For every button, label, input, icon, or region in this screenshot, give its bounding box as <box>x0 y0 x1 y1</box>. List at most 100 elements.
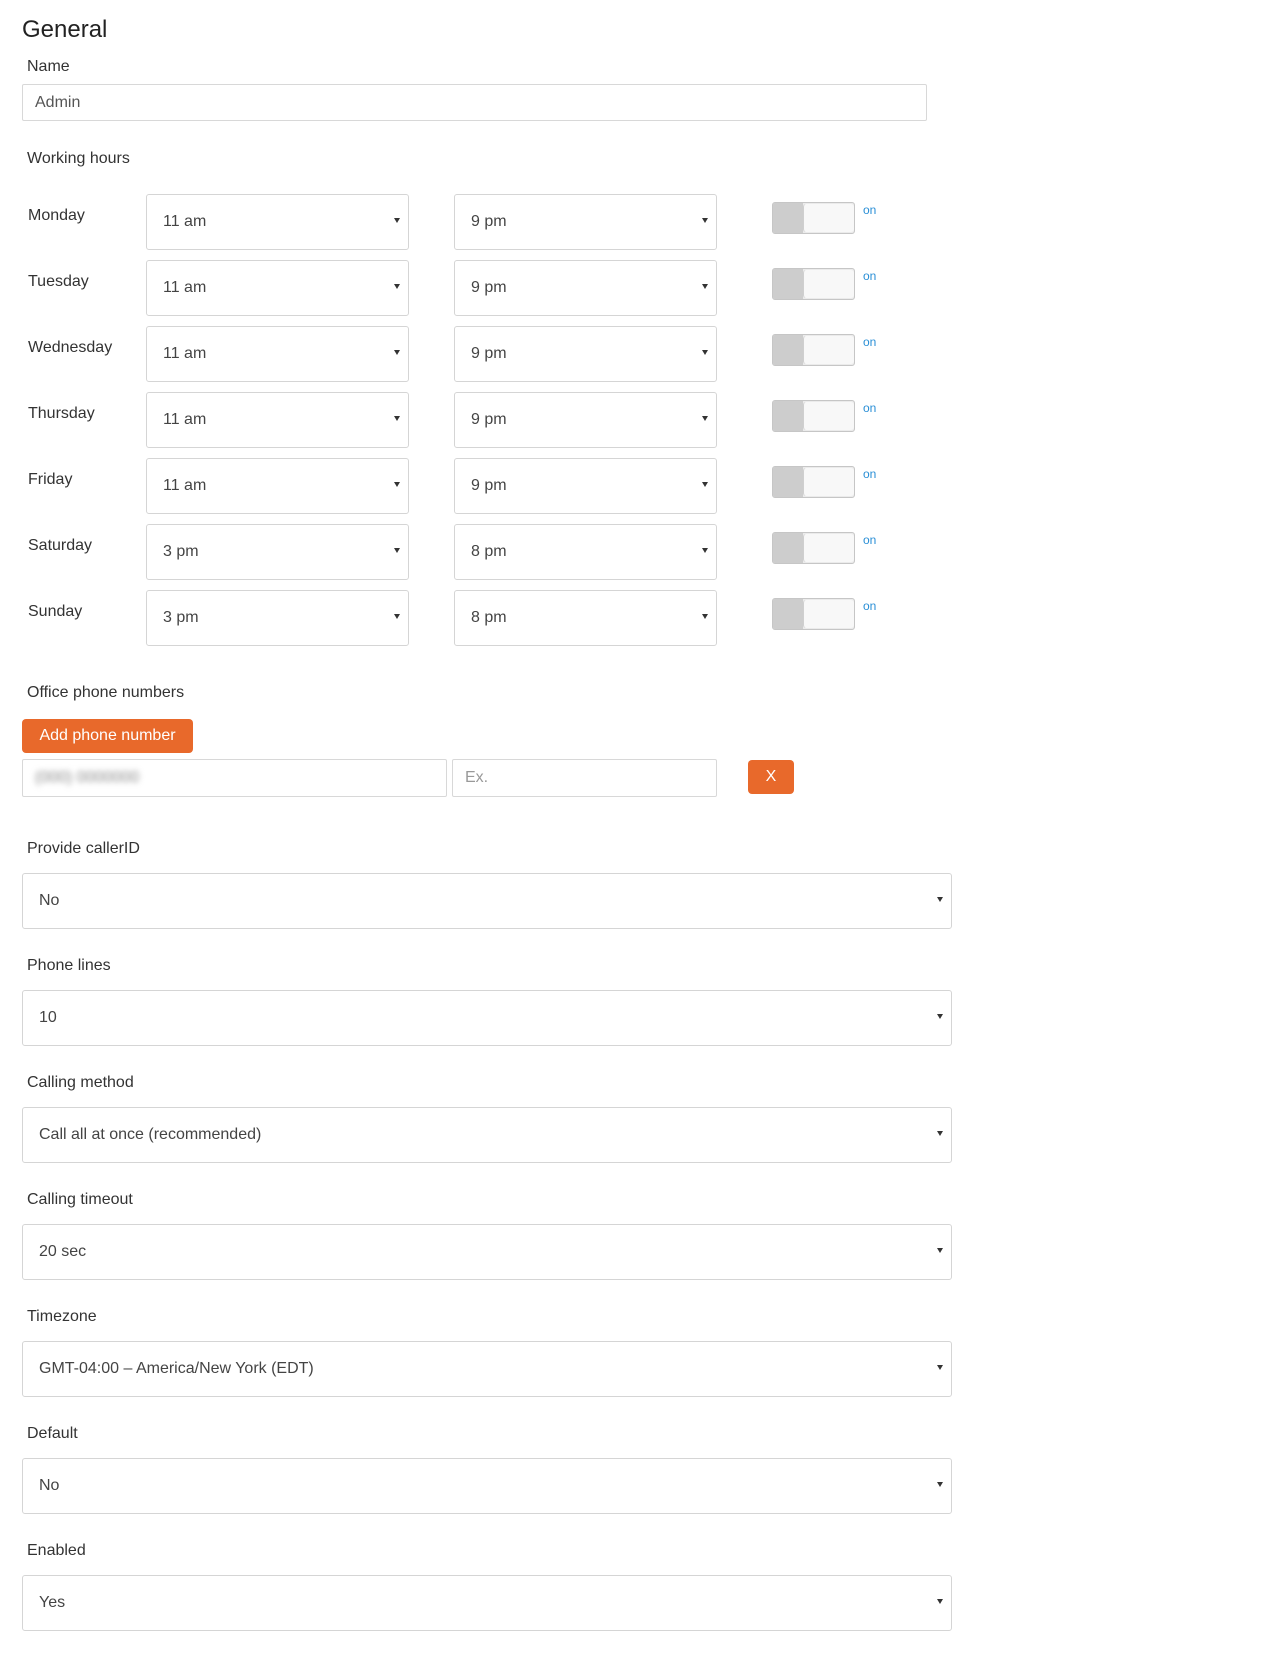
day-label-thursday: Thursday <box>28 405 95 422</box>
wednesday-to-select[interactable]: 9 pm <box>454 326 717 382</box>
wednesday-from-value: 11 am <box>163 345 207 362</box>
toggle-knob <box>803 534 854 562</box>
calling-method-label: Calling method <box>27 1074 134 1091</box>
tuesday-from-value: 11 am <box>163 279 207 296</box>
enabled-value: Yes <box>39 1594 66 1611</box>
toggle-track <box>773 401 803 431</box>
friday-from-value: 11 am <box>163 477 207 494</box>
chevron-down-icon <box>937 1599 943 1604</box>
monday-toggle-state: on <box>863 203 877 217</box>
monday-to-select[interactable]: 9 pm <box>454 194 717 250</box>
tuesday-from-select[interactable]: 11 am <box>146 260 409 316</box>
toggle-track <box>773 599 803 629</box>
name-input[interactable]: Admin <box>22 84 927 121</box>
timezone-select[interactable]: GMT-04:00 – America/New York (EDT) <box>22 1341 952 1397</box>
thursday-toggle-state: on <box>863 401 877 415</box>
phone-number-value: (000) 0000000 <box>35 769 140 786</box>
monday-to-value: 9 pm <box>471 213 507 230</box>
chevron-down-icon <box>937 1014 943 1019</box>
chevron-down-icon <box>394 416 400 421</box>
calling-method-value: Call all at once (recommended) <box>39 1126 262 1143</box>
close-icon: X <box>765 768 777 785</box>
default-label: Default <box>27 1425 78 1442</box>
friday-to-select[interactable]: 9 pm <box>454 458 717 514</box>
saturday-from-select[interactable]: 3 pm <box>146 524 409 580</box>
remove-phone-button[interactable]: X <box>748 760 794 794</box>
working-hours-label: Working hours <box>27 150 130 167</box>
wednesday-toggle[interactable] <box>772 334 855 366</box>
sunday-to-value: 8 pm <box>471 609 507 626</box>
wednesday-toggle-state: on <box>863 335 877 349</box>
toggle-knob <box>803 468 854 496</box>
toggle-knob <box>803 600 854 628</box>
timezone-label: Timezone <box>27 1308 97 1325</box>
enabled-select[interactable]: Yes <box>22 1575 952 1631</box>
enabled-label: Enabled <box>27 1542 86 1559</box>
provide-callerid-value: No <box>39 892 60 909</box>
friday-toggle-state: on <box>863 467 877 481</box>
toggle-track <box>773 335 803 365</box>
toggle-track <box>773 269 803 299</box>
monday-from-select[interactable]: 11 am <box>146 194 409 250</box>
chevron-down-icon <box>394 218 400 223</box>
sunday-to-select[interactable]: 8 pm <box>454 590 717 646</box>
default-value: No <box>39 1477 60 1494</box>
day-label-wednesday: Wednesday <box>28 339 113 356</box>
toggle-track <box>773 467 803 497</box>
chevron-down-icon <box>702 350 708 355</box>
sunday-toggle[interactable] <box>772 598 855 630</box>
friday-toggle[interactable] <box>772 466 855 498</box>
provide-callerid-label: Provide callerID <box>27 840 140 857</box>
chevron-down-icon <box>394 350 400 355</box>
chevron-down-icon <box>937 1131 943 1136</box>
phone-lines-value: 10 <box>39 1009 57 1026</box>
tuesday-to-select[interactable]: 9 pm <box>454 260 717 316</box>
calling-timeout-label: Calling timeout <box>27 1191 133 1208</box>
chevron-down-icon <box>937 1482 943 1487</box>
chevron-down-icon <box>702 614 708 619</box>
phone-lines-select[interactable]: 10 <box>22 990 952 1046</box>
chevron-down-icon <box>394 548 400 553</box>
wednesday-from-select[interactable]: 11 am <box>146 326 409 382</box>
add-phone-number-button[interactable]: Add phone number <box>22 719 193 753</box>
thursday-from-select[interactable]: 11 am <box>146 392 409 448</box>
office-phones-label: Office phone numbers <box>27 684 185 701</box>
thursday-from-value: 11 am <box>163 411 207 428</box>
saturday-to-select[interactable]: 8 pm <box>454 524 717 580</box>
thursday-to-value: 9 pm <box>471 411 507 428</box>
chevron-down-icon <box>937 1248 943 1253</box>
default-select[interactable]: No <box>22 1458 952 1514</box>
monday-toggle[interactable] <box>772 202 855 234</box>
calling-timeout-select[interactable]: 20 sec <box>22 1224 952 1280</box>
name-input-value: Admin <box>35 93 81 111</box>
wednesday-to-value: 9 pm <box>471 345 507 362</box>
chevron-down-icon <box>702 284 708 289</box>
phone-number-input[interactable]: (000) 0000000 <box>22 759 447 797</box>
friday-to-value: 9 pm <box>471 477 507 494</box>
day-label-sunday: Sunday <box>28 603 83 620</box>
chevron-down-icon <box>937 1365 943 1370</box>
day-label-friday: Friday <box>28 471 73 488</box>
toggle-track <box>773 203 803 233</box>
toggle-knob <box>803 204 854 232</box>
tuesday-toggle[interactable] <box>772 268 855 300</box>
timezone-value: GMT-04:00 – America/New York (EDT) <box>39 1360 314 1377</box>
saturday-toggle[interactable] <box>772 532 855 564</box>
sunday-from-select[interactable]: 3 pm <box>146 590 409 646</box>
calling-timeout-value: 20 sec <box>39 1243 87 1260</box>
day-label-tuesday: Tuesday <box>28 273 89 290</box>
thursday-toggle[interactable] <box>772 400 855 432</box>
saturday-toggle-state: on <box>863 533 877 547</box>
chevron-down-icon <box>702 548 708 553</box>
calling-method-select[interactable]: Call all at once (recommended) <box>22 1107 952 1163</box>
tuesday-to-value: 9 pm <box>471 279 507 296</box>
friday-from-select[interactable]: 11 am <box>146 458 409 514</box>
thursday-to-select[interactable]: 9 pm <box>454 392 717 448</box>
day-label-saturday: Saturday <box>28 537 93 554</box>
phone-extension-placeholder: Ex. <box>465 769 489 786</box>
provide-callerid-select[interactable]: No <box>22 873 952 929</box>
phone-extension-input[interactable]: Ex. <box>452 759 717 797</box>
chevron-down-icon <box>394 284 400 289</box>
chevron-down-icon <box>702 218 708 223</box>
toggle-knob <box>803 270 854 298</box>
